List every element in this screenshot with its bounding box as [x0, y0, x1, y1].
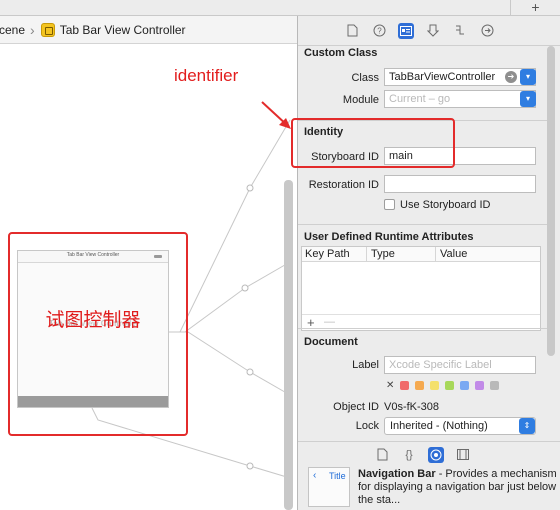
library-item-name: Navigation Bar	[358, 468, 436, 480]
annotation-box-scene	[8, 232, 188, 436]
library-tab-bar: {}	[298, 441, 560, 467]
annotation-box-identity	[291, 118, 455, 168]
use-storyboard-id-label: Use Storyboard ID	[400, 199, 491, 211]
udra-column-type[interactable]: Type	[371, 248, 395, 260]
canvas-scrollbar[interactable]	[284, 180, 293, 510]
code-snippet-library-icon[interactable]: {}	[401, 447, 417, 463]
doc-label-label: Label	[352, 359, 379, 371]
media-library-icon[interactable]	[455, 447, 471, 463]
udra-table[interactable]: Key Path Type Value + —	[301, 246, 541, 331]
color-label-swatch[interactable]	[490, 381, 499, 390]
file-inspector-icon[interactable]	[344, 23, 360, 39]
column-divider	[435, 247, 436, 262]
document-title: Document	[304, 336, 358, 348]
color-label-swatch[interactable]	[430, 381, 439, 390]
module-label: Module	[342, 94, 379, 106]
use-storyboard-id-checkbox[interactable]	[384, 199, 395, 210]
class-label: Class	[351, 72, 379, 84]
custom-class-title: Custom Class	[304, 47, 378, 59]
view-controller-icon	[40, 22, 55, 37]
class-navigate-arrow-icon[interactable]: ➔	[505, 71, 517, 83]
remove-attribute-button[interactable]: —	[324, 316, 335, 328]
thumbnail-title: Title	[329, 471, 346, 481]
separator	[298, 224, 547, 225]
color-label-swatch[interactable]	[475, 381, 484, 390]
svg-text:?: ?	[377, 27, 382, 36]
navigation-bar-thumbnail: ‹ Title	[308, 467, 350, 507]
utilities-inspector: ? Custom Class Class TabBarViewControlle…	[297, 16, 560, 510]
object-library-item-navigation-bar[interactable]: ‹ Title Navigation Bar - Provides a mech…	[306, 467, 560, 510]
library-item-description: Navigation Bar - Provides a mechanism fo…	[358, 468, 558, 507]
add-button[interactable]: +	[510, 0, 560, 16]
back-chevron-icon: ‹	[313, 470, 317, 481]
lock-popup-value: Inherited - (Nothing)	[390, 420, 488, 432]
breadcrumb-scene[interactable]: cene	[0, 23, 25, 37]
color-label-swatch[interactable]	[445, 381, 454, 390]
separator	[298, 328, 547, 329]
lock-dropdown-icon: ⇕	[519, 418, 535, 434]
file-template-library-icon[interactable]	[374, 447, 390, 463]
chevron-right-icon: ›	[30, 21, 35, 38]
color-label-swatch[interactable]	[415, 381, 424, 390]
connections-inspector-icon[interactable]	[479, 23, 495, 39]
module-field[interactable]: Current – go	[384, 90, 536, 108]
separator	[302, 314, 540, 315]
identity-inspector-icon[interactable]	[398, 22, 414, 39]
annotation-identifier-label: identifier	[174, 66, 239, 85]
restoration-id-label: Restoration ID	[308, 179, 379, 191]
inspector-tab-bar: ?	[298, 16, 560, 46]
object-id-label: Object ID	[333, 401, 379, 413]
clear-color-label-icon[interactable]: ✕	[386, 380, 394, 391]
color-label-swatches	[400, 381, 499, 390]
object-library-icon[interactable]	[428, 446, 444, 463]
column-divider	[366, 247, 367, 262]
udra-title: User Defined Runtime Attributes	[304, 231, 474, 243]
lock-label: Lock	[355, 420, 379, 432]
doc-label-field[interactable]: Xcode Specific Label	[384, 356, 536, 374]
class-dropdown-button[interactable]: ▾	[520, 69, 536, 85]
color-label-swatch[interactable]	[460, 381, 469, 390]
size-inspector-icon[interactable]	[452, 23, 468, 39]
breadcrumb-tab-bar-view-controller[interactable]: Tab Bar View Controller	[60, 23, 186, 37]
object-id-value: V0s-fK-308	[384, 401, 440, 413]
inspector-scrollbar[interactable]	[547, 46, 555, 356]
restoration-id-field[interactable]	[384, 175, 536, 193]
udra-column-keypath[interactable]: Key Path	[305, 248, 350, 260]
jump-bar: cene › Tab Bar View Controller	[0, 16, 298, 44]
module-dropdown-button[interactable]: ▾	[520, 91, 536, 107]
lock-popup[interactable]: Inherited - (Nothing) ⇕	[384, 417, 536, 435]
attributes-inspector-icon[interactable]	[425, 23, 441, 39]
udra-column-value[interactable]: Value	[440, 248, 467, 260]
color-label-swatch[interactable]	[400, 381, 409, 390]
quick-help-icon[interactable]: ?	[371, 23, 387, 39]
